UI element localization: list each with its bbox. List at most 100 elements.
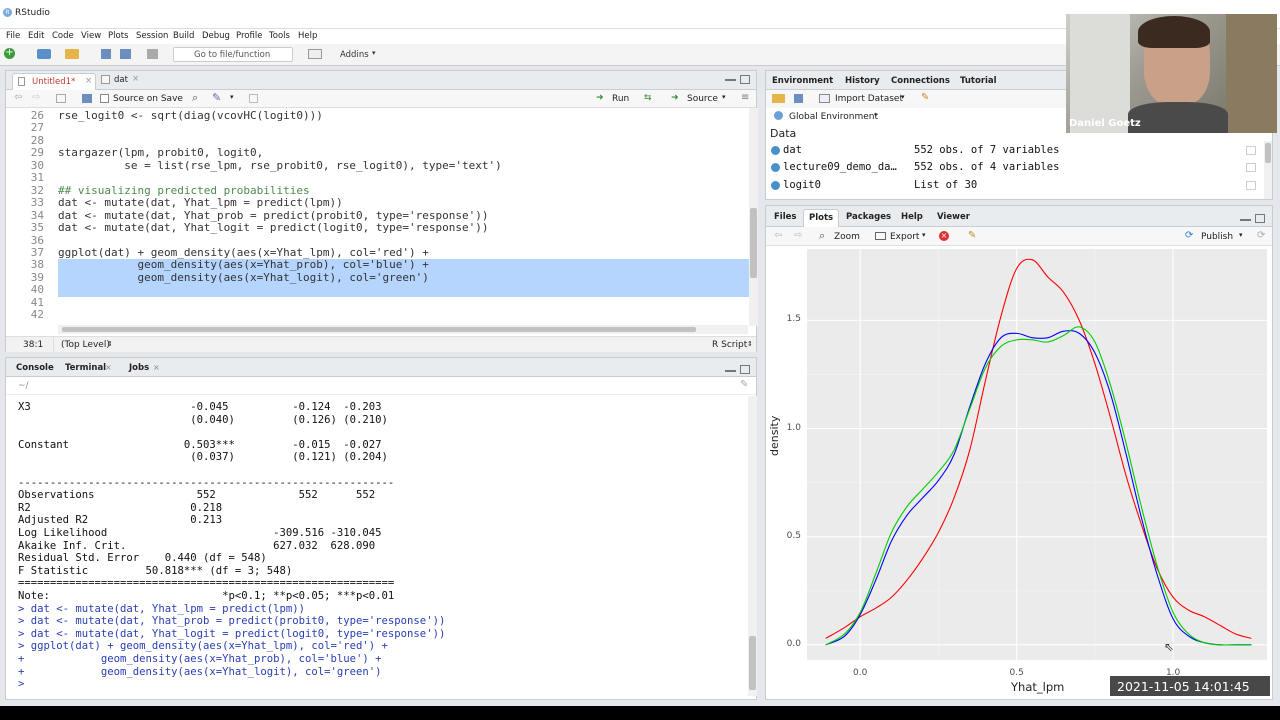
save-workspace-icon[interactable]: [794, 94, 803, 103]
close-tab-icon[interactable]: ×: [132, 74, 139, 84]
menu-tools[interactable]: Tools: [269, 31, 290, 41]
expand-object-icon[interactable]: [771, 163, 780, 173]
save-icon[interactable]: [82, 94, 92, 103]
code-tools-chevron-icon[interactable]: ▾: [230, 93, 234, 101]
file-type-chevron-icon[interactable]: ⇕: [747, 340, 753, 348]
maximize-pane-icon[interactable]: [1255, 214, 1265, 223]
editor-vertical-scrollbar[interactable]: [749, 108, 758, 326]
environment-scope-selector[interactable]: Global Environment: [789, 112, 878, 122]
publish-button[interactable]: Publish: [1201, 232, 1233, 242]
tab-connections[interactable]: Connections: [891, 76, 950, 86]
compile-report-icon[interactable]: [249, 94, 258, 103]
source-button[interactable]: Source: [687, 94, 718, 104]
menu-debug[interactable]: Debug: [202, 31, 230, 41]
tab-untitled1[interactable]: Untitled1* ×: [12, 73, 96, 90]
console-scrollbar[interactable]: [748, 396, 757, 696]
menu-edit[interactable]: Edit: [28, 31, 44, 41]
export-button[interactable]: Export: [890, 232, 919, 242]
tab-dat[interactable]: dat ×: [100, 74, 150, 89]
file-type-selector[interactable]: R Script: [712, 340, 747, 350]
view-object-icon[interactable]: [1246, 180, 1256, 190]
show-in-window-icon[interactable]: [56, 94, 66, 103]
next-plot-icon[interactable]: ⇨: [794, 230, 802, 241]
clear-all-plots-broom-icon[interactable]: ✎: [968, 230, 976, 241]
go-to-file-input[interactable]: Go to file/function: [173, 47, 293, 62]
tab-help[interactable]: Help: [901, 212, 923, 222]
save-all-icon[interactable]: [120, 49, 131, 59]
view-data-icon[interactable]: [1246, 163, 1256, 173]
tab-tutorial[interactable]: Tutorial: [960, 76, 997, 86]
zoom-button[interactable]: Zoom: [834, 232, 860, 242]
addins-chevron-down-icon[interactable]: ▾: [372, 49, 376, 57]
clear-console-icon[interactable]: ✎: [740, 379, 748, 390]
maximize-pane-icon[interactable]: [740, 75, 750, 84]
environment-row[interactable]: lecture09_demo_da… 552 obs. of 4 variable…: [769, 160, 1269, 177]
tab-environment[interactable]: Environment: [772, 76, 833, 86]
tab-viewer[interactable]: Viewer: [937, 212, 970, 222]
source-on-save-checkbox[interactable]: [100, 94, 109, 103]
remove-plot-icon[interactable]: ×: [939, 231, 949, 241]
publish-chevron-down-icon[interactable]: ▾: [1239, 231, 1243, 239]
rstudio-logo-icon: R: [3, 8, 12, 17]
grid-layout-icon[interactable]: [308, 49, 322, 59]
export-chevron-down-icon[interactable]: ▾: [922, 231, 926, 239]
editor-horizontal-scrollbar[interactable]: [58, 325, 748, 334]
scrollbar-thumb[interactable]: [749, 636, 756, 690]
tab-plots[interactable]: Plots: [803, 209, 840, 227]
clear-workspace-broom-icon[interactable]: ✎: [921, 92, 929, 103]
console-output[interactable]: X3 -0.045 -0.124 -0.203 (0.040) (0.126) …: [6, 396, 749, 696]
print-icon[interactable]: [147, 49, 158, 59]
scope-chevron-icon[interactable]: ⇕: [107, 340, 113, 348]
tab-history[interactable]: History: [845, 76, 880, 86]
run-button[interactable]: Run: [612, 94, 629, 104]
environment-row[interactable]: logit0 List of 30: [769, 178, 1269, 195]
maximize-pane-icon[interactable]: [740, 365, 750, 374]
open-file-icon[interactable]: [65, 49, 79, 59]
new-file-icon[interactable]: +: [4, 48, 15, 59]
scrollbar-thumb[interactable]: [62, 327, 696, 332]
minimize-pane-icon[interactable]: [1240, 219, 1251, 221]
tab-jobs[interactable]: Jobs: [129, 363, 149, 373]
refresh-plot-icon[interactable]: ⟳: [1257, 230, 1265, 241]
menu-code[interactable]: Code: [52, 31, 74, 41]
code-editor[interactable]: 26 rse_logit0 <- sqrt(diag(vcovHC(logit0)…: [6, 108, 751, 325]
menu-profile[interactable]: Profile: [236, 31, 262, 41]
source-chevron-down-icon[interactable]: ▾: [722, 93, 726, 101]
search-icon[interactable]: ⌕: [192, 91, 198, 105]
menu-view[interactable]: View: [81, 31, 101, 41]
expand-object-icon[interactable]: [771, 146, 780, 155]
close-jobs-icon[interactable]: ×: [153, 363, 160, 372]
scope-chevron-down-icon[interactable]: ▾: [874, 111, 878, 119]
previous-plot-icon[interactable]: ⇦: [774, 230, 782, 241]
addins-menu[interactable]: Addins: [340, 50, 369, 60]
tab-files[interactable]: Files: [774, 212, 796, 222]
rerun-icon[interactable]: ⇆: [644, 93, 652, 103]
menu-session[interactable]: Session: [136, 31, 168, 41]
new-project-icon[interactable]: [37, 49, 51, 59]
menu-file[interactable]: File: [6, 31, 20, 41]
scope-selector[interactable]: (Top Level): [61, 340, 110, 350]
outline-menu-icon[interactable]: ≡: [741, 92, 749, 103]
minimize-pane-icon[interactable]: [725, 370, 736, 372]
minimize-pane-icon[interactable]: [725, 79, 736, 81]
tab-packages[interactable]: Packages: [846, 212, 891, 222]
code-line: se = list(rse_lpm, rse_probit0, rse_logi…: [58, 158, 502, 172]
forward-arrow-icon[interactable]: ⇨: [32, 92, 40, 103]
menu-help[interactable]: Help: [298, 31, 317, 41]
close-tab-icon[interactable]: ×: [85, 76, 92, 86]
view-data-icon[interactable]: [1246, 146, 1256, 155]
load-workspace-icon[interactable]: [772, 94, 785, 103]
menu-build[interactable]: Build: [173, 31, 194, 41]
tab-terminal[interactable]: Terminal: [65, 363, 106, 373]
menu-plots[interactable]: Plots: [108, 31, 128, 41]
scrollbar-thumb[interactable]: [750, 208, 757, 278]
expand-object-icon[interactable]: [771, 180, 780, 190]
import-dataset-chevron-icon[interactable]: ▾: [901, 93, 905, 101]
close-terminal-icon[interactable]: ×: [105, 363, 112, 372]
back-arrow-icon[interactable]: ⇦: [14, 92, 22, 103]
code-tools-wand-icon[interactable]: ✎: [212, 91, 221, 104]
save-icon[interactable]: [101, 49, 111, 59]
environment-row[interactable]: dat 552 obs. of 7 variables: [769, 143, 1269, 160]
tab-console[interactable]: Console: [16, 363, 54, 373]
import-dataset-button[interactable]: Import Dataset: [835, 94, 903, 104]
